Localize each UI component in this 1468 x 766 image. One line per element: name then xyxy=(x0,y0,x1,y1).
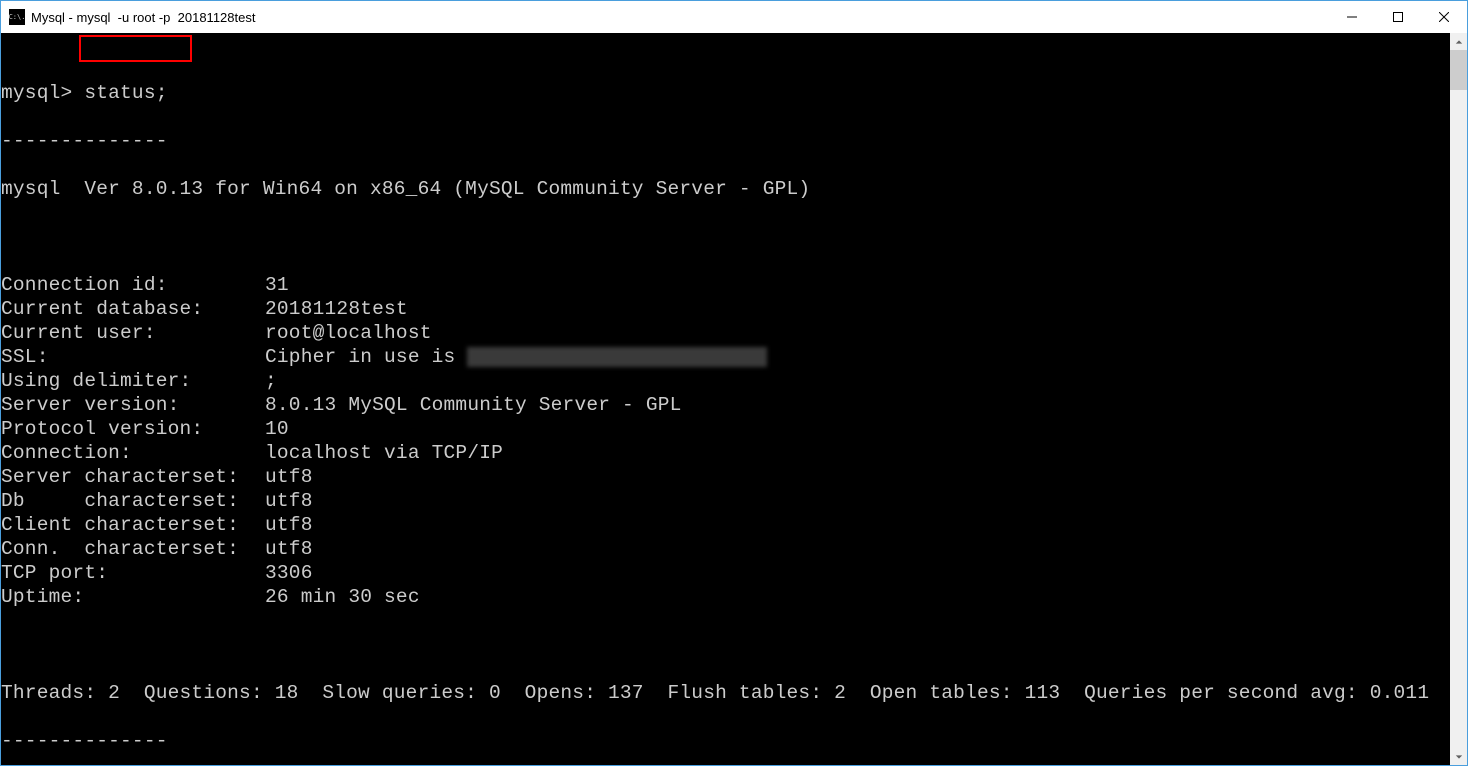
status-row: Using delimiter:; xyxy=(1,369,1450,393)
status-label: Connection id: xyxy=(1,273,265,297)
status-row: TCP port:3306 xyxy=(1,561,1450,585)
status-value: utf8 xyxy=(265,538,313,560)
app-icon: C:\. xyxy=(9,9,25,25)
status-fields: Connection id:31Current database:2018112… xyxy=(1,273,1450,609)
scrollbar-up[interactable] xyxy=(1450,33,1467,50)
status-label: Using delimiter: xyxy=(1,369,265,393)
status-row: Conn. characterset:utf8 xyxy=(1,537,1450,561)
status-value: Cipher in use is xyxy=(265,346,467,368)
status-value: 8.0.13 MySQL Community Server - GPL xyxy=(265,394,682,416)
status-label: Protocol version: xyxy=(1,417,265,441)
status-value: 10 xyxy=(265,418,289,440)
scrollbar[interactable] xyxy=(1450,33,1467,765)
scrollbar-thumb[interactable] xyxy=(1450,50,1467,90)
close-button[interactable] xyxy=(1421,1,1467,33)
status-label: Server version: xyxy=(1,393,265,417)
status-row: Uptime:26 min 30 sec xyxy=(1,585,1450,609)
status-label: Connection: xyxy=(1,441,265,465)
status-row: SSL:Cipher in use is xyxy=(1,345,1450,369)
chevron-down-icon xyxy=(1455,753,1463,761)
status-value: 26 min 30 sec xyxy=(265,586,420,608)
scrollbar-down[interactable] xyxy=(1450,748,1467,765)
status-row: Server characterset:utf8 xyxy=(1,465,1450,489)
status-row: Connection:localhost via TCP/IP xyxy=(1,441,1450,465)
status-label: Uptime: xyxy=(1,585,265,609)
status-value: localhost via TCP/IP xyxy=(265,442,503,464)
censored-block xyxy=(467,347,767,367)
app-icon-text: C:\. xyxy=(9,13,26,21)
command-text: status; xyxy=(84,82,167,104)
status-label: Server characterset: xyxy=(1,465,265,489)
terminal-line xyxy=(1,633,1450,657)
terminal-line: -------------- xyxy=(1,729,1450,753)
window-frame: C:\. Mysql - mysql -u root -p 20181128te… xyxy=(0,0,1468,766)
status-value: root@localhost xyxy=(265,322,432,344)
close-icon xyxy=(1439,12,1449,22)
status-row: Server version:8.0.13 MySQL Community Se… xyxy=(1,393,1450,417)
terminal-line: mysql> status; xyxy=(1,81,1450,105)
status-row: Current user:root@localhost xyxy=(1,321,1450,345)
minimize-button[interactable] xyxy=(1329,1,1375,33)
status-value: utf8 xyxy=(265,490,313,512)
status-value: ; xyxy=(265,370,277,392)
titlebar[interactable]: C:\. Mysql - mysql -u root -p 20181128te… xyxy=(1,1,1467,33)
status-value: 31 xyxy=(265,274,289,296)
scrollbar-track[interactable] xyxy=(1450,50,1467,748)
minimize-icon xyxy=(1347,12,1357,22)
status-value: 3306 xyxy=(265,562,313,584)
mysql-prompt: mysql> xyxy=(1,82,72,104)
window-title: Mysql - mysql -u root -p 20181128test xyxy=(31,10,1329,25)
window-controls xyxy=(1329,1,1467,33)
status-value: 20181128test xyxy=(265,298,408,320)
terminal[interactable]: mysql> status; -------------- mysql Ver … xyxy=(1,33,1450,765)
status-label: Current user: xyxy=(1,321,265,345)
terminal-line: mysql Ver 8.0.13 for Win64 on x86_64 (My… xyxy=(1,177,1450,201)
status-value: utf8 xyxy=(265,514,313,536)
maximize-icon xyxy=(1393,12,1403,22)
command-highlight xyxy=(79,35,192,62)
terminal-line: -------------- xyxy=(1,129,1450,153)
status-label: SSL: xyxy=(1,345,265,369)
status-row: Client characterset:utf8 xyxy=(1,513,1450,537)
terminal-area: mysql> status; -------------- mysql Ver … xyxy=(1,33,1467,765)
status-value: utf8 xyxy=(265,466,313,488)
status-label: Current database: xyxy=(1,297,265,321)
status-row: Protocol version:10 xyxy=(1,417,1450,441)
status-label: Conn. characterset: xyxy=(1,537,265,561)
status-label: TCP port: xyxy=(1,561,265,585)
chevron-up-icon xyxy=(1455,38,1463,46)
status-row: Current database:20181128test xyxy=(1,297,1450,321)
terminal-line: Threads: 2 Questions: 18 Slow queries: 0… xyxy=(1,681,1450,705)
status-label: Db characterset: xyxy=(1,489,265,513)
status-label: Client characterset: xyxy=(1,513,265,537)
status-row: Db characterset:utf8 xyxy=(1,489,1450,513)
status-row: Connection id:31 xyxy=(1,273,1450,297)
terminal-line xyxy=(1,225,1450,249)
maximize-button[interactable] xyxy=(1375,1,1421,33)
